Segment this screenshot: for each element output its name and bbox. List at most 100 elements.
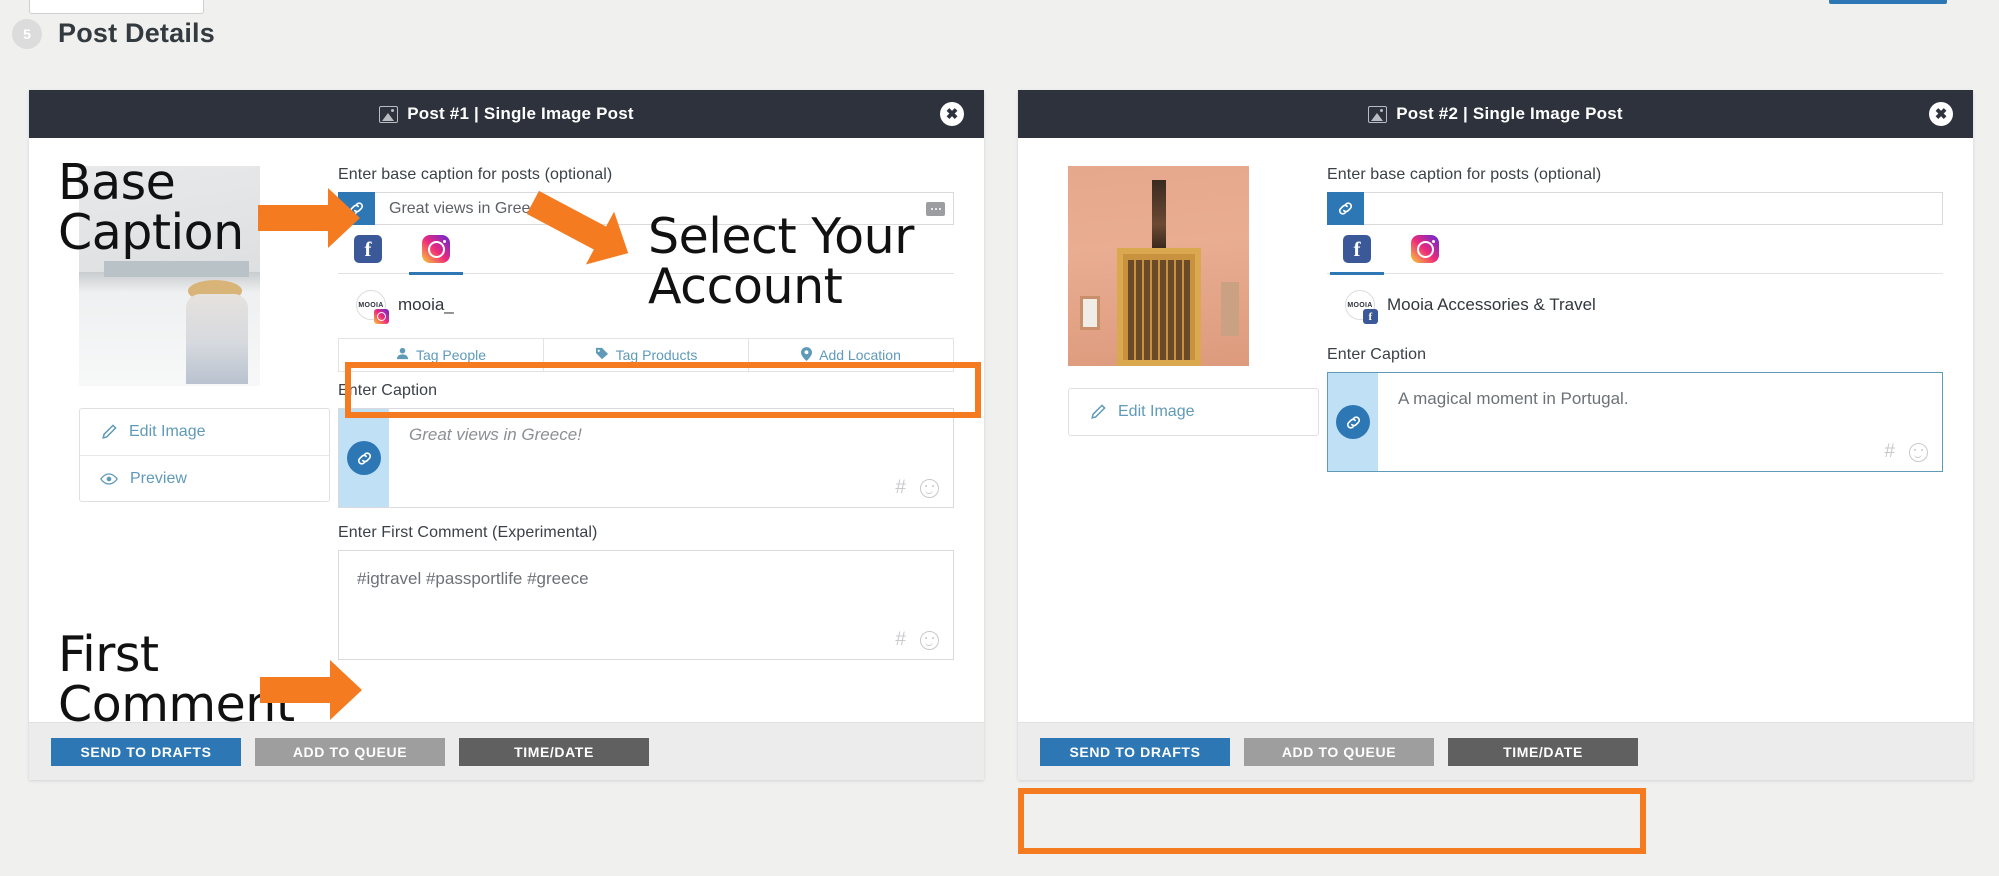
thumb-window-right	[1221, 282, 1239, 336]
facebook-icon: f	[1343, 235, 1371, 263]
post-card-1-title-group: Post #1 | Single Image Post	[379, 104, 634, 124]
caption-textarea-2[interactable]: A magical moment in Portugal.	[1378, 373, 1942, 471]
tab-instagram-2[interactable]	[1411, 235, 1439, 273]
send-to-drafts-button[interactable]: SEND TO DRAFTS	[51, 738, 241, 766]
section-header: 5 Post Details	[12, 18, 215, 49]
avatar-network-badge-facebook: f	[1363, 309, 1378, 324]
post-card-2-footer: SEND TO DRAFTS ADD TO QUEUE TIME/DATE	[1018, 722, 1973, 780]
tag-icon	[595, 347, 609, 363]
top-partial-control[interactable]	[29, 0, 204, 14]
time-date-button[interactable]: TIME/DATE	[459, 738, 649, 766]
edit-image-label: Edit Image	[129, 423, 205, 441]
add-to-queue-button[interactable]: ADD TO QUEUE	[1244, 738, 1434, 766]
account-name-2: Mooia Accessories & Travel	[1387, 295, 1596, 315]
thumb-sea	[104, 261, 249, 277]
caption-link-rail-1	[339, 409, 389, 507]
caption-link-rail-2	[1328, 373, 1378, 471]
emoji-icon[interactable]	[1909, 443, 1928, 462]
preview-button[interactable]: Preview	[80, 455, 329, 501]
avatar-text: MOOIA	[358, 302, 383, 309]
account-row-2[interactable]: MOOIA f Mooia Accessories & Travel	[1327, 274, 1943, 320]
post-details-page: 5 Post Details Post #1 | Single Image Po…	[0, 0, 1999, 876]
close-icon[interactable]: ✖	[1929, 102, 1953, 126]
tag-products-label: Tag Products	[616, 347, 698, 363]
close-icon[interactable]: ✖	[940, 102, 964, 126]
add-location-button[interactable]: Add Location	[749, 338, 954, 372]
tag-products-button[interactable]: Tag Products	[544, 338, 749, 372]
caption-box-2: A magical moment in Portugal. #	[1327, 372, 1943, 472]
thumb-door-inner	[1128, 260, 1190, 360]
first-comment-section-1: Enter First Comment (Experimental) #igtr…	[338, 524, 954, 660]
base-caption-row-2	[1327, 192, 1943, 225]
link-icon[interactable]	[347, 441, 381, 475]
time-date-button[interactable]: TIME/DATE	[1448, 738, 1638, 766]
annotation-select-account: Select Your Account	[648, 212, 914, 312]
edit-image-label: Edit Image	[1118, 403, 1194, 421]
post-card-2-title: Post #2 | Single Image Post	[1396, 104, 1623, 124]
page-title: Post Details	[58, 18, 215, 49]
thumb-door	[1117, 248, 1201, 366]
caption-label-1: Enter Caption	[338, 382, 954, 400]
location-pin-icon	[801, 347, 812, 364]
caption-box-1: Great views in Greece! #	[338, 408, 954, 508]
instagram-icon	[1411, 235, 1439, 263]
caption-label-2: Enter Caption	[1327, 346, 1943, 364]
tab-instagram-1[interactable]	[422, 235, 450, 273]
annotation-highlight-footer-2	[1018, 788, 1646, 854]
keyboard-icon[interactable]	[926, 202, 945, 216]
caption-tools-1: #	[895, 477, 939, 499]
image-actions-list-2: Edit Image	[1068, 388, 1319, 436]
base-caption-label-2: Enter base caption for posts (optional)	[1327, 166, 1943, 184]
annotation-base-caption: Base Caption	[58, 158, 244, 258]
first-comment-box-1: #igtravel #passportlife #greece #	[338, 550, 954, 660]
send-to-drafts-button[interactable]: SEND TO DRAFTS	[1040, 738, 1230, 766]
pencil-icon	[1089, 404, 1106, 421]
top-partial-button[interactable]	[1829, 0, 1947, 4]
pencil-icon	[100, 424, 117, 441]
post-card-2: Post #2 | Single Image Post ✖	[1018, 90, 1973, 780]
caption-tools-2: #	[1884, 441, 1928, 463]
account-name-1: mooia_	[398, 295, 454, 315]
emoji-icon[interactable]	[920, 479, 939, 498]
add-to-queue-button[interactable]: ADD TO QUEUE	[255, 738, 445, 766]
avatar: MOOIA f	[1345, 290, 1375, 320]
base-caption-input-2[interactable]	[1364, 192, 1943, 225]
first-comment-textarea-1[interactable]: #igtravel #passportlife #greece	[339, 551, 953, 597]
avatar-text: MOOIA	[1347, 302, 1372, 309]
link-icon[interactable]	[1336, 405, 1370, 439]
first-comment-tools-1: #	[895, 629, 939, 651]
post-thumbnail-2[interactable]	[1068, 166, 1249, 366]
post-card-2-body: Edit Image Enter base caption for posts …	[1018, 138, 1973, 472]
edit-image-button[interactable]: Edit Image	[80, 409, 329, 455]
person-icon	[396, 347, 409, 363]
thumb-person	[186, 294, 248, 384]
hashtag-icon[interactable]: #	[1884, 441, 1895, 463]
image-icon	[379, 106, 398, 123]
edit-image-button[interactable]: Edit Image	[1069, 389, 1318, 435]
instagram-icon	[422, 235, 450, 263]
post-card-1-header: Post #1 | Single Image Post ✖	[29, 90, 984, 138]
emoji-icon[interactable]	[920, 631, 939, 650]
thumb-lamp	[1152, 180, 1166, 254]
first-comment-label-1: Enter First Comment (Experimental)	[338, 524, 954, 542]
hashtag-icon[interactable]: #	[895, 477, 906, 499]
tag-people-label: Tag People	[416, 347, 486, 363]
post-card-2-media-column: Edit Image	[1040, 166, 1305, 472]
preview-label: Preview	[130, 470, 187, 488]
step-number-badge: 5	[12, 19, 42, 49]
link-icon[interactable]	[1327, 192, 1364, 225]
post-card-1-title: Post #1 | Single Image Post	[407, 104, 634, 124]
caption-section-1: Enter Caption Great views in Greece! #	[338, 382, 954, 508]
eye-icon	[100, 472, 118, 486]
annotation-arrow-base-caption	[258, 188, 388, 248]
tab-facebook-2[interactable]: f	[1343, 235, 1371, 273]
caption-textarea-1[interactable]: Great views in Greece!	[389, 409, 953, 507]
social-network-tabs-2: f	[1327, 225, 1943, 274]
thumb-window-left	[1080, 296, 1100, 330]
tag-people-button[interactable]: Tag People	[338, 338, 544, 372]
caption-section-2: Enter Caption A magical moment in Portug…	[1327, 346, 1943, 472]
image-actions-list-1: Edit Image Preview	[79, 408, 330, 502]
post-card-2-title-group: Post #2 | Single Image Post	[1368, 104, 1623, 124]
hashtag-icon[interactable]: #	[895, 629, 906, 651]
post-card-2-form-column: Enter base caption for posts (optional) …	[1305, 166, 1951, 472]
